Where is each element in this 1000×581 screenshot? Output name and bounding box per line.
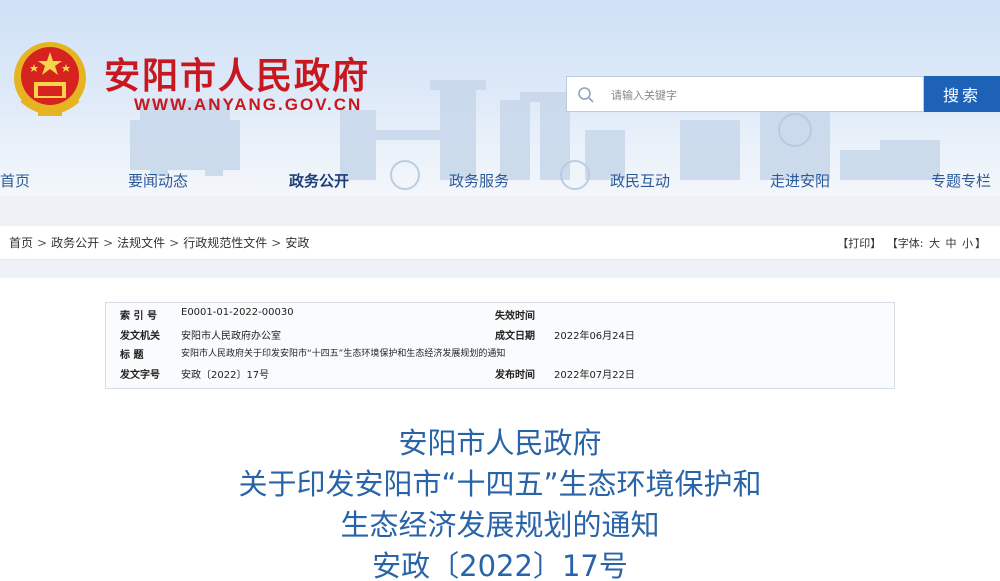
meta-row: 标 题 安阳市人民政府关于印发安阳市“十四五”生态环境保护和生态经济发展规划的通…: [106, 346, 896, 366]
publish-date-label: 发布时间: [495, 370, 535, 381]
search-input[interactable]: [611, 83, 911, 107]
breadcrumb-government-affairs[interactable]: 政务公开: [51, 236, 99, 250]
site-title: 安阳市人民政府: [104, 55, 371, 97]
meta-row: 发文机关 安阳市人民政府办公室 成文日期 2022年06月24日: [106, 327, 896, 347]
issuer-label: 发文机关: [120, 331, 160, 342]
breadcrumb-separator: >: [169, 236, 180, 250]
nav-item-government-affairs[interactable]: 政务公开: [289, 170, 349, 191]
index-number-value: E0001-01-2022-00030: [181, 307, 294, 318]
expiry-date-label: 失效时间: [495, 311, 535, 322]
print-link[interactable]: 【打印】: [837, 237, 881, 250]
font-size-small[interactable]: 小: [962, 237, 973, 250]
document-title-line-3: 生态经济发展规划的通知: [340, 508, 660, 542]
nav-item-interaction[interactable]: 政民互动: [610, 170, 670, 191]
document-number-value: 安政〔2022〕17号: [181, 370, 270, 381]
written-date-value: 2022年06月24日: [554, 331, 635, 342]
nav-item-about-anyang[interactable]: 走进安阳: [770, 170, 830, 191]
main-navigation: 首页 要闻动态 政务公开 政务服务 政民互动 走进安阳 专题专栏: [0, 168, 1000, 196]
article-content: 索 引 号 E0001-01-2022-00030 失效时间 发文机关 安阳市人…: [0, 278, 1000, 581]
page-tools: 【打印】 【字体: 大 中 小】: [835, 235, 986, 251]
breadcrumb-anzheng[interactable]: 安政: [285, 236, 309, 250]
site-url: WWW.ANYANG.GOV.CN: [134, 95, 363, 114]
nav-item-topics[interactable]: 专题专栏: [931, 170, 991, 191]
breadcrumb-separator: >: [103, 236, 114, 250]
issuer-value: 安阳市人民政府办公室: [181, 331, 281, 342]
breadcrumb-bar: 首页 > 政务公开 > 法规文件 > 行政规范性文件 > 安政 【打印】 【字体: 大 中 小】: [0, 226, 1000, 260]
nav-item-home[interactable]: 首页: [0, 170, 30, 191]
written-date-label: 成文日期: [495, 331, 535, 342]
font-size-close-bracket: 】: [975, 237, 986, 250]
site-header: 安阳市人民政府 WWW.ANYANG.GOV.CN 搜索 首页 要闻动态 政务公…: [0, 0, 1000, 196]
search-box: [566, 76, 924, 112]
search-button[interactable]: 搜索: [924, 76, 1000, 112]
title-label: 标 题: [120, 350, 144, 361]
breadcrumb-home[interactable]: 首页: [9, 236, 33, 250]
font-size-label: 【字体:: [886, 237, 924, 250]
breadcrumb-separator: >: [271, 236, 282, 250]
national-emblem-logo: [14, 42, 86, 116]
document-number-heading: 安政〔2022〕17号: [372, 549, 628, 581]
nav-item-news[interactable]: 要闻动态: [128, 170, 188, 191]
document-number-label: 发文字号: [120, 370, 160, 381]
meta-row: 索 引 号 E0001-01-2022-00030 失效时间: [106, 307, 896, 327]
document-title-line-2: 关于印发安阳市“十四五”生态环境保护和: [238, 467, 762, 501]
document-title-line-1: 安阳市人民政府: [398, 426, 602, 460]
document-metadata-table: 索 引 号 E0001-01-2022-00030 失效时间 发文机关 安阳市人…: [105, 302, 895, 389]
breadcrumb-normative-documents[interactable]: 行政规范性文件: [183, 236, 267, 250]
font-size-medium[interactable]: 中: [946, 237, 957, 250]
publish-date-value: 2022年07月22日: [554, 370, 635, 381]
nav-item-services[interactable]: 政务服务: [449, 170, 509, 191]
index-number-label: 索 引 号: [120, 311, 157, 322]
breadcrumb: 首页 > 政务公开 > 法规文件 > 行政规范性文件 > 安政: [9, 234, 309, 251]
breadcrumb-separator: >: [37, 236, 48, 250]
title-value: 安阳市人民政府关于印发安阳市“十四五”生态环境保护和生态经济发展规划的通知: [181, 349, 506, 359]
font-size-large[interactable]: 大: [929, 237, 940, 250]
breadcrumb-regulations[interactable]: 法规文件: [117, 236, 165, 250]
search-icon: [578, 87, 594, 103]
meta-row: 发文字号 安政〔2022〕17号 发布时间 2022年07月22日: [106, 366, 896, 386]
